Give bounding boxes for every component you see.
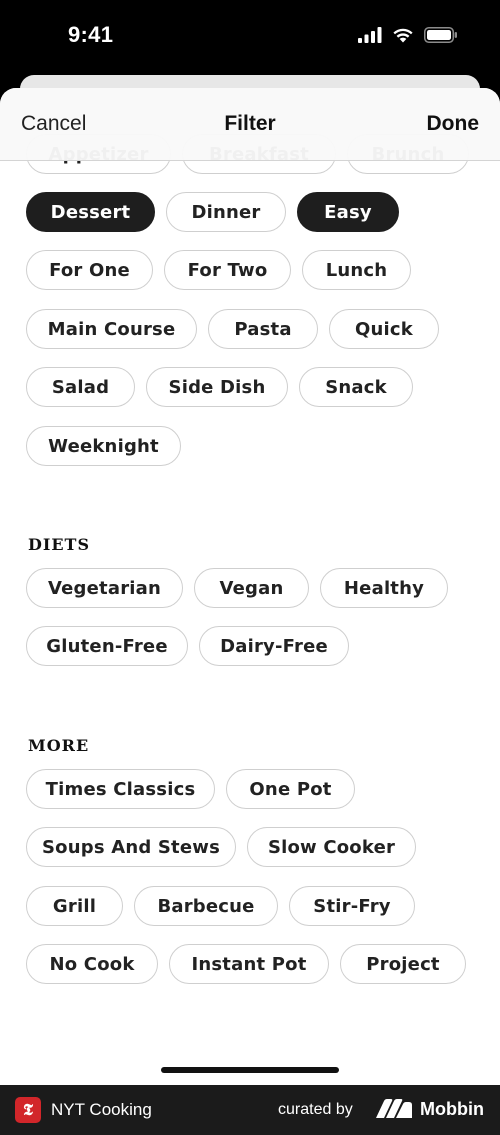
more-row-2: Soups And Stews Slow Cooker bbox=[26, 827, 416, 867]
chip-for-one[interactable]: For One bbox=[26, 250, 153, 290]
chip-dinner[interactable]: Dinner bbox=[166, 192, 286, 232]
chip-for-two[interactable]: For Two bbox=[164, 250, 291, 290]
diets-row-2: Gluten-Free Dairy-Free bbox=[26, 626, 349, 666]
chip-pasta[interactable]: Pasta bbox=[208, 309, 318, 349]
chip-row-3: Main Course Pasta Quick bbox=[26, 309, 439, 349]
chip-grill[interactable]: Grill bbox=[26, 886, 123, 926]
chip-project[interactable]: Project bbox=[340, 944, 466, 984]
chip-times-classics[interactable]: Times Classics bbox=[26, 769, 215, 809]
footer-brand: Mobbin bbox=[420, 1099, 484, 1119]
footer-curated-by: curated by bbox=[278, 1101, 353, 1118]
chip-soups-and-stews[interactable]: Soups And Stews bbox=[26, 827, 236, 867]
filter-sheet: Appetizer Breakfast Brunch Dessert Dinne… bbox=[0, 88, 500, 1085]
chip-quick[interactable]: Quick bbox=[329, 309, 439, 349]
page-title: Filter bbox=[224, 112, 276, 135]
wifi-icon bbox=[393, 28, 413, 43]
chip-side-dish[interactable]: Side Dish bbox=[146, 367, 288, 407]
chip-row-2: For One For Two Lunch bbox=[26, 250, 411, 290]
more-heading: MORE bbox=[28, 736, 90, 755]
status-icons bbox=[358, 27, 458, 43]
footer-bar: 𝕿 NYT Cooking curated by Mobbin bbox=[0, 1085, 500, 1135]
chip-one-pot[interactable]: One Pot bbox=[226, 769, 355, 809]
chip-lunch[interactable]: Lunch bbox=[302, 250, 411, 290]
home-indicator bbox=[161, 1067, 339, 1073]
chip-row-4: Salad Side Dish Snack bbox=[26, 367, 413, 407]
chip-salad[interactable]: Salad bbox=[26, 367, 135, 407]
footer-app-name: NYT Cooking bbox=[51, 1100, 152, 1119]
diets-row-1: Vegetarian Vegan Healthy bbox=[26, 568, 448, 608]
chip-row-1: Dessert Dinner Easy bbox=[26, 192, 399, 232]
chip-no-cook[interactable]: No Cook bbox=[26, 944, 158, 984]
chip-gluten-free[interactable]: Gluten-Free bbox=[26, 626, 188, 666]
more-row-4: No Cook Instant Pot Project bbox=[26, 944, 466, 984]
chip-main-course[interactable]: Main Course bbox=[26, 309, 197, 349]
chip-vegan[interactable]: Vegan bbox=[194, 568, 309, 608]
chip-barbecue[interactable]: Barbecue bbox=[134, 886, 278, 926]
chip-snack[interactable]: Snack bbox=[299, 367, 413, 407]
status-time: 9:41 bbox=[68, 22, 114, 47]
battery-icon bbox=[424, 27, 457, 43]
done-button[interactable]: Done bbox=[427, 112, 480, 136]
chip-easy[interactable]: Easy bbox=[297, 192, 399, 232]
status-bar: 9:41 bbox=[0, 0, 500, 75]
chip-healthy[interactable]: Healthy bbox=[320, 568, 448, 608]
chip-slow-cooker[interactable]: Slow Cooker bbox=[247, 827, 416, 867]
cellular-signal-icon bbox=[358, 27, 382, 43]
mobbin-logo-icon bbox=[376, 1099, 412, 1118]
chip-dairy-free[interactable]: Dairy-Free bbox=[199, 626, 349, 666]
diets-heading: DIETS bbox=[28, 535, 91, 554]
chip-vegetarian[interactable]: Vegetarian bbox=[26, 568, 183, 608]
nyt-logo-icon: 𝕿 bbox=[15, 1097, 41, 1123]
more-row-1: Times Classics One Pot bbox=[26, 769, 355, 809]
more-row-3: Grill Barbecue Stir-Fry bbox=[26, 886, 415, 926]
chip-dessert[interactable]: Dessert bbox=[26, 192, 155, 232]
chip-row-5: Weeknight bbox=[26, 426, 181, 466]
chip-stir-fry[interactable]: Stir-Fry bbox=[289, 886, 415, 926]
filter-nav-bar: Cancel Filter Done bbox=[0, 88, 500, 161]
chip-instant-pot[interactable]: Instant Pot bbox=[169, 944, 329, 984]
chip-weeknight[interactable]: Weeknight bbox=[26, 426, 181, 466]
